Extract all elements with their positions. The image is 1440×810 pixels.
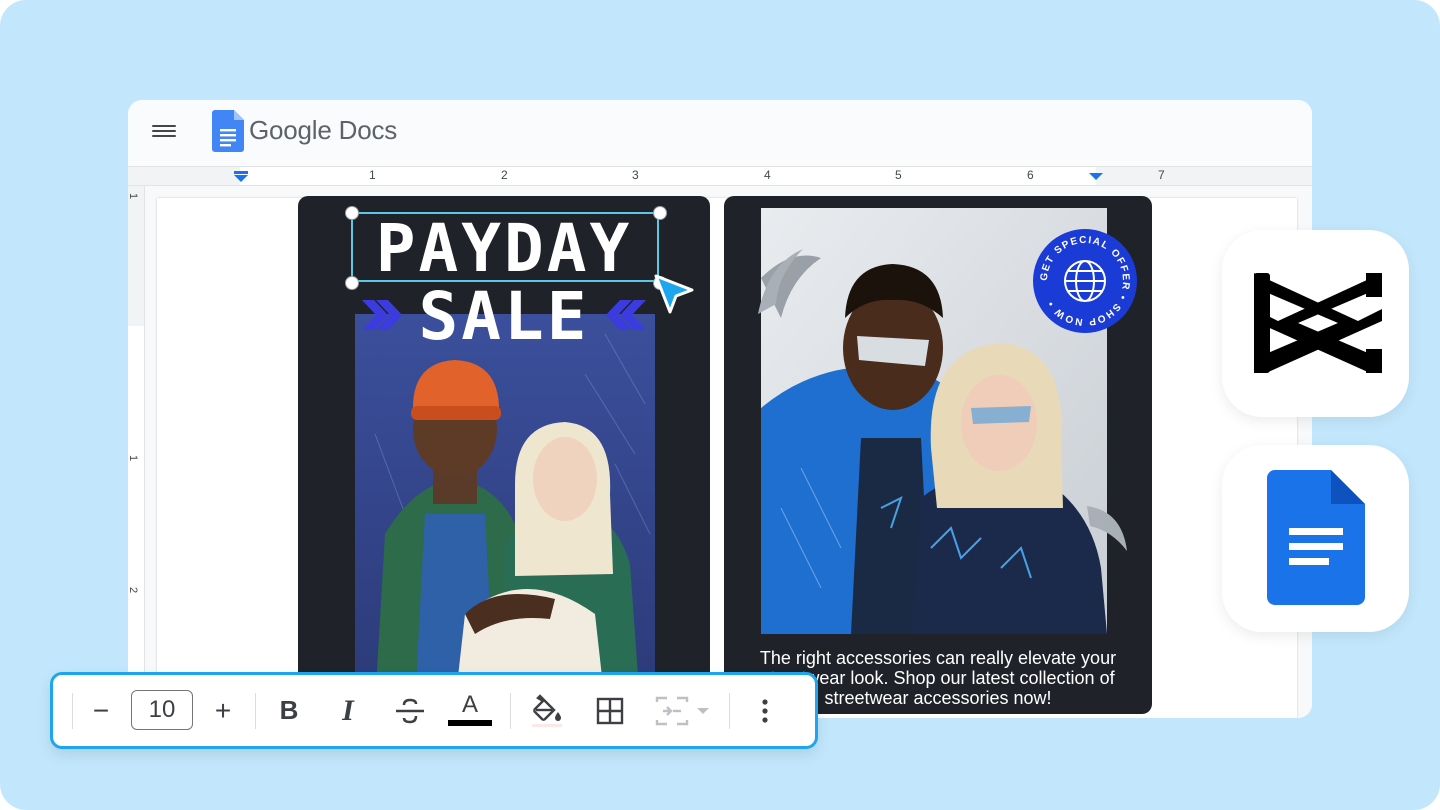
capcut-icon: [1254, 273, 1382, 373]
right-indent-marker-icon[interactable]: [1089, 171, 1103, 181]
link-icon: [655, 696, 689, 725]
strikethrough-button[interactable]: [388, 675, 432, 746]
more-options-button[interactable]: [743, 675, 787, 746]
google-docs-icon: [212, 110, 244, 152]
bold-label: B: [279, 695, 299, 725]
italic-label: I: [342, 693, 354, 727]
chevron-right-icon: [362, 300, 402, 330]
ruler-number: 2: [501, 168, 508, 182]
floating-toolbar: − 10 + B I A: [50, 672, 818, 749]
resize-handle[interactable]: [653, 206, 667, 220]
decrease-font-size-button[interactable]: −: [81, 675, 121, 746]
strikethrough-icon: [396, 698, 424, 723]
resize-handle[interactable]: [345, 276, 359, 290]
increase-label: +: [214, 694, 232, 726]
app-title: Google Docs: [249, 115, 398, 145]
ruler-number: 7: [1158, 168, 1165, 182]
resize-handle[interactable]: [345, 206, 359, 220]
capcut-app-tile[interactable]: [1222, 230, 1409, 417]
more-vert-icon: [762, 698, 768, 723]
ruler-number: 4: [764, 168, 771, 182]
menu-icon[interactable]: [152, 122, 176, 140]
italic-button[interactable]: I: [328, 675, 368, 746]
ruler-number: 1: [128, 454, 140, 462]
ruler-number: 6: [1027, 168, 1034, 182]
google-docs-app-tile[interactable]: [1222, 445, 1409, 632]
streetwear-poster[interactable]: GET SPECIAL OFFER • SHOP NOW • The right…: [724, 196, 1152, 714]
indent-marker-icon[interactable]: [234, 171, 248, 183]
text-color-swatch: [448, 719, 492, 726]
ruler-number: 1: [128, 192, 140, 200]
google-docs-icon: [1267, 470, 1365, 605]
ruler-number: 1: [369, 168, 376, 182]
chevron-left-icon: [606, 300, 646, 330]
increase-font-size-button[interactable]: +: [203, 675, 243, 746]
chrome-ornament: [758, 249, 803, 314]
offer-badge[interactable]: GET SPECIAL OFFER • SHOP NOW •: [1030, 226, 1140, 336]
ruler-number: 5: [895, 168, 902, 182]
poster-photo: [355, 314, 655, 696]
text-color-button[interactable]: A: [446, 675, 494, 746]
cursor-arrow-icon: [654, 274, 694, 314]
decrease-label: −: [92, 694, 110, 726]
docs-header: Google Docs: [128, 100, 1312, 166]
text-color-label: A: [461, 690, 478, 718]
vertical-ruler: 1 1 2: [128, 186, 145, 718]
link-dropdown-button[interactable]: [648, 675, 718, 746]
fill-color-icon: [532, 693, 562, 727]
font-size-input[interactable]: 10: [131, 690, 193, 730]
text-selection-box[interactable]: [351, 212, 659, 282]
background-canvas: Google Docs 1 2 3 4 5 6 7 1 1 2 PAYDAY S…: [0, 0, 1440, 810]
table-button[interactable]: [588, 675, 632, 746]
bold-button[interactable]: B: [269, 675, 309, 746]
chevron-down-icon: [697, 707, 709, 714]
fill-color-button[interactable]: [525, 675, 569, 746]
table-icon: [596, 697, 624, 724]
ruler-number: 2: [128, 586, 140, 594]
horizontal-ruler: 1 2 3 4 5 6 7: [128, 166, 1312, 186]
ruler-number: 3: [632, 168, 639, 182]
chrome-ornament: [1087, 506, 1127, 551]
